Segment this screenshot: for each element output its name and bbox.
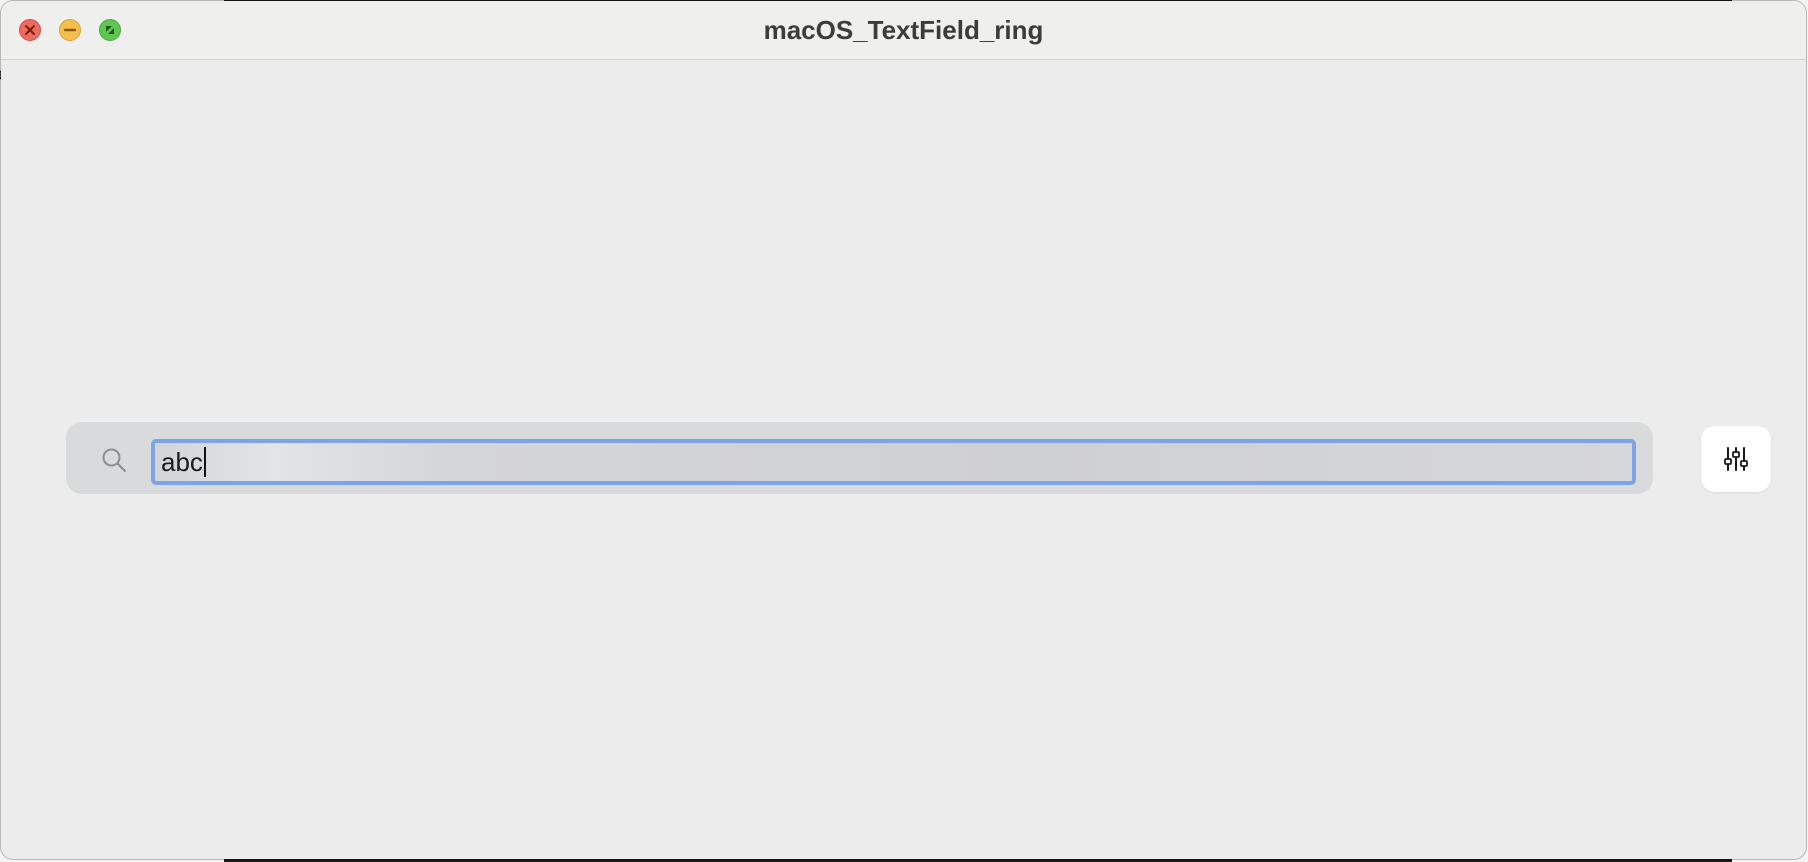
close-button[interactable]: [19, 19, 41, 41]
minimize-button[interactable]: [59, 19, 81, 41]
window-title: macOS_TextField_ring: [763, 15, 1044, 45]
text-caret: [203, 447, 206, 478]
search-input[interactable]: abc: [151, 439, 1636, 485]
search-bar: abc: [66, 422, 1653, 494]
title-bar[interactable]: macOS_TextField_ring: [1, 1, 1806, 60]
search-icon: [102, 448, 127, 473]
fullscreen-icon: [106, 26, 114, 34]
search-input-value: abc: [161, 447, 203, 477]
minimize-icon: [63, 28, 77, 32]
close-icon: [25, 25, 35, 35]
app-window: macOS_TextField_ring abc: [1, 1, 1806, 859]
filter-settings-button[interactable]: [1701, 426, 1771, 492]
sliders-icon: [1724, 447, 1748, 471]
search-input-text[interactable]: abc: [161, 443, 206, 481]
zoom-button[interactable]: [99, 19, 121, 41]
